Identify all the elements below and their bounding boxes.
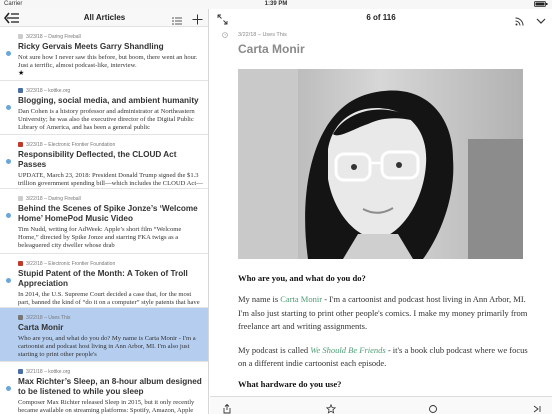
star-button[interactable] <box>325 401 337 414</box>
question-heading-1: Who are you, and what do you do? <box>238 273 366 283</box>
article-paragraph-1: My name is Carta Monir - I'm a cartoonis… <box>238 294 528 331</box>
share-button[interactable] <box>222 401 232 414</box>
reader-nav-bar: 6 of 116 <box>210 9 552 27</box>
question-heading-2: What hardware do you use? <box>238 378 342 389</box>
unread-dot-icon <box>6 105 11 110</box>
article-meta: 3/22/18 – Uses This <box>222 30 538 40</box>
article-heading: Carta Monir <box>238 42 305 56</box>
article-list-nav-bar: All Articles <box>0 9 208 27</box>
article-paragraph-2: My podcast is called We Should Be Friend… <box>238 344 528 369</box>
clock-icon <box>222 32 228 38</box>
article-title: Ricky Gervais Meets Garry Shandling <box>18 42 164 51</box>
article-excerpt: Composer Max Richter released Sleep in 2… <box>18 399 195 414</box>
chevron-down-icon <box>536 18 546 24</box>
article-meta: 3/23/18 – Daring Fireball <box>18 33 203 40</box>
list-item[interactable]: 3/21/18 – kottke.org Max Richter’s Sleep… <box>0 362 208 414</box>
next-article-button[interactable] <box>536 13 546 24</box>
article-meta: 3/21/18 – kottke.org <box>18 368 203 375</box>
status-bar: Carrier 1:39 PM <box>0 0 552 9</box>
share-icon <box>223 403 231 414</box>
article-title: Blogging, social media, and ambient huma… <box>18 96 199 105</box>
portrait-photo-image <box>238 69 523 259</box>
list-item-selected[interactable]: 3/22/18 – Uses This Carta Monir Who are … <box>0 308 208 362</box>
battery-indicator <box>534 1 548 9</box>
article-excerpt: UPDATE, March 23, 2018: President Donald… <box>18 172 203 187</box>
unread-dot-icon <box>6 278 11 283</box>
article-reader-pane: 6 of 116 3/22/18 – Uses This Carta Monir <box>210 9 552 414</box>
unread-dot-icon <box>6 213 11 218</box>
list-item[interactable]: 3/23/18 – Electronic Frontier Foundation… <box>0 135 208 189</box>
list-item[interactable]: 3/23/18 – Daring Fireball Ricky Gervais … <box>0 27 208 81</box>
next-unread-button[interactable] <box>532 401 542 413</box>
article-meta: 3/22/18 – Electronic Frontier Foundation <box>18 260 203 267</box>
feed-favicon-icon <box>18 196 23 201</box>
list-item[interactable]: 3/23/18 – kottke.org Blogging, social me… <box>0 81 208 135</box>
star-icon: ★ <box>18 70 25 77</box>
feed-favicon-icon <box>18 315 23 320</box>
reader-toolbar <box>210 396 552 414</box>
plus-icon <box>192 14 203 25</box>
star-outline-icon <box>325 403 337 414</box>
article-meta: 3/22/18 – Daring Fireball <box>18 195 203 202</box>
podcast-link[interactable]: We Should Be Friends <box>310 345 385 355</box>
unread-dot-icon <box>6 159 11 164</box>
article-title: Behind the Scenes of Spike Jonze’s ‘Welc… <box>18 204 198 223</box>
mark-unread-button[interactable] <box>428 401 438 413</box>
feed-favicon-icon <box>18 34 23 39</box>
feed-favicon-icon <box>18 261 23 266</box>
feed-favicon-icon <box>18 88 23 93</box>
article-title: Stupid Patent of the Month: A Token of T… <box>18 269 188 288</box>
carta-monir-link[interactable]: Carta Monir <box>280 294 322 304</box>
article-title: Responsibility Deflected, the CLOUD Act … <box>18 150 177 169</box>
battery-icon <box>534 1 548 7</box>
add-feed-button[interactable] <box>192 12 203 25</box>
article-meta: 3/23/18 – kottke.org <box>18 87 203 94</box>
article-meta: 3/22/18 – Uses This <box>18 314 203 321</box>
article-excerpt: Not sure how I never saw this before, bu… <box>18 54 198 69</box>
list-view-button[interactable] <box>172 13 182 25</box>
list-item[interactable]: 3/22/18 – Daring Fireball Behind the Sce… <box>0 189 208 254</box>
unread-dot-icon <box>6 386 11 391</box>
article-excerpt: In 2014, the U.S. Supreme Court decided … <box>18 291 200 306</box>
article-excerpt: Tim Nudd, writing for AdWeek: Apple’s sh… <box>18 226 182 249</box>
unread-dot-icon <box>6 51 11 56</box>
list-icon <box>172 17 182 25</box>
article-meta: 3/23/18 – Electronic Frontier Foundation <box>18 141 203 148</box>
rss-icon <box>515 17 524 26</box>
article-list-pane: All Articles 3/23/18 – Daring Fireball R… <box>0 9 209 414</box>
next-unread-icon <box>533 405 541 413</box>
article-excerpt: Who are you, and what do you do? My name… <box>18 335 196 358</box>
status-time: 1:39 PM <box>264 1 288 7</box>
article-counter: 6 of 116 <box>366 13 396 22</box>
article-content: 3/22/18 – Uses This Carta Monir Who are … <box>222 27 538 389</box>
feed-button[interactable] <box>515 13 524 26</box>
feed-favicon-icon <box>18 142 23 147</box>
list-item[interactable]: 3/22/18 – Electronic Frontier Foundation… <box>0 254 208 308</box>
circle-outline-icon <box>429 405 437 413</box>
article-title: Max Richter’s Sleep, an 8-hour album des… <box>18 377 202 396</box>
article-excerpt: Dan Cohen is a history professor and adm… <box>18 108 195 131</box>
article-title: Carta Monir <box>18 323 64 332</box>
article-photo <box>238 69 523 259</box>
feed-favicon-icon <box>18 369 23 374</box>
